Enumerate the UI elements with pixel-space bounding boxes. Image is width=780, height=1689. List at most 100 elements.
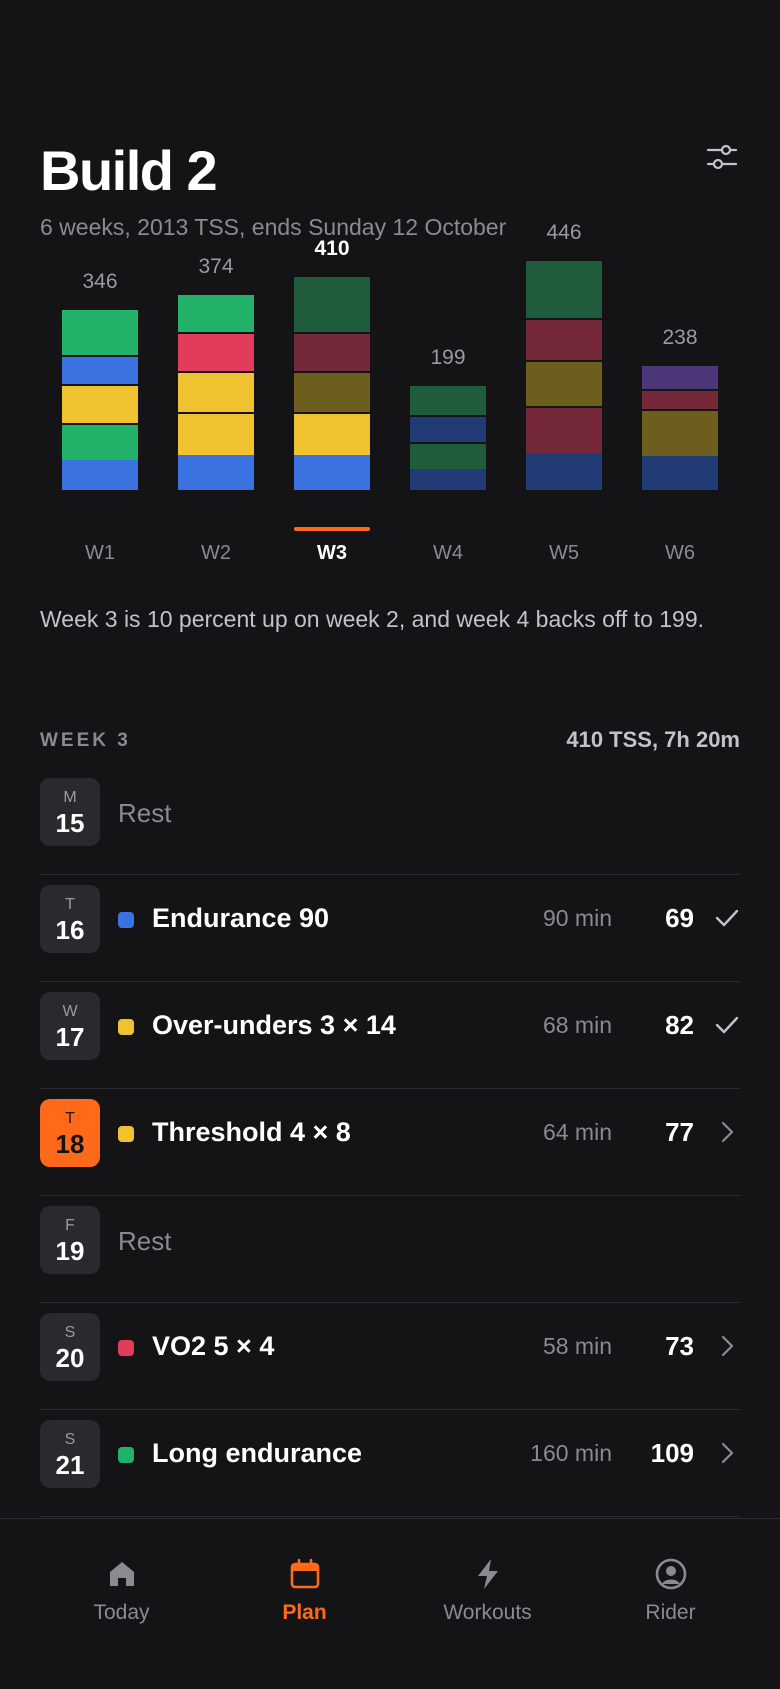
week-total-label: 199 — [430, 346, 466, 369]
bar-segment — [178, 373, 254, 412]
tab-rider[interactable]: Rider — [573, 1541, 768, 1641]
chevron-right-icon — [714, 1440, 740, 1466]
bar-segment — [526, 408, 602, 453]
week-total-label: 410 — [314, 237, 350, 260]
week-summary: Week 3 is 10 percent up on week 2, and w… — [40, 606, 705, 632]
bar-segment — [294, 334, 370, 371]
workout-tss: 77 — [665, 1117, 694, 1147]
bar-stack — [526, 259, 602, 490]
zone-color-dot — [118, 1340, 134, 1356]
workout-duration: 58 min — [542, 1333, 612, 1359]
bar-segment — [642, 391, 718, 409]
bar-segment — [62, 460, 138, 490]
workout-tss: 82 — [665, 1010, 694, 1040]
tab-label: Workouts — [443, 1601, 532, 1624]
bar-segment — [178, 334, 254, 371]
day-number: 19 — [55, 1236, 85, 1266]
date-badge: S 21 — [40, 1420, 100, 1488]
weekday-letter: T — [65, 1110, 75, 1127]
chevron-right-icon — [714, 1333, 740, 1359]
week-bar-w6[interactable]: 238 W6 — [642, 280, 718, 570]
sliders-icon — [706, 144, 738, 170]
tab-bar: Today Plan Workouts Rider — [0, 1518, 780, 1689]
day-number: 20 — [55, 1343, 85, 1373]
date-badge: S 20 — [40, 1313, 100, 1381]
workout-row[interactable]: W 17 Over-unders 3 × 14 68 min 82 — [40, 982, 740, 1089]
bar-segment — [642, 456, 718, 490]
bar-stack — [178, 293, 254, 490]
week-bar-w2[interactable]: 374 W2 — [178, 255, 254, 570]
bar-segment — [526, 453, 602, 490]
bar-segment — [62, 310, 138, 355]
bar-segment — [178, 414, 254, 455]
check-icon — [714, 1012, 740, 1038]
tab-plan[interactable]: Plan — [207, 1541, 402, 1641]
day-number: 16 — [55, 915, 85, 945]
tab-label: Today — [93, 1601, 150, 1624]
weekday-letter: S — [64, 1324, 76, 1341]
week-bar-w1[interactable]: 346 W1 — [62, 270, 138, 570]
workout-name: Threshold 4 × 8 — [152, 1117, 351, 1147]
tab-today[interactable]: Today — [24, 1541, 219, 1641]
bar-segment — [294, 277, 370, 332]
day-number: 21 — [55, 1450, 85, 1480]
rest-label: Rest — [118, 1226, 172, 1256]
bar-segment — [526, 261, 602, 318]
day-number: 17 — [55, 1022, 85, 1052]
workout-name: Over-unders 3 × 14 — [152, 1010, 396, 1040]
bar-segment — [526, 362, 602, 406]
week-tick-label: W3 — [317, 542, 347, 564]
bar-stack — [410, 384, 486, 490]
date-badge: M 15 — [40, 778, 100, 846]
bar-segment — [410, 417, 486, 442]
workout-name: Endurance 90 — [152, 903, 330, 933]
week-total-label: 446 — [546, 221, 582, 244]
bar-segment — [410, 469, 486, 490]
chevron-right-icon — [714, 1119, 740, 1145]
workout-row[interactable]: T 16 Endurance 90 90 min 69 — [40, 875, 740, 982]
bar-stack — [642, 364, 718, 490]
tab-label: Rider — [645, 1601, 696, 1624]
calendar-icon — [290, 1558, 319, 1589]
filter-button[interactable] — [704, 140, 740, 174]
week-total-label: 238 — [662, 326, 698, 349]
workout-duration: 68 min — [542, 1012, 612, 1038]
day-number: 18 — [55, 1129, 85, 1159]
workout-tss: 109 — [650, 1438, 694, 1468]
rest-label: Rest — [118, 798, 172, 828]
bar-segment — [178, 295, 254, 332]
workout-row[interactable]: T 18 Threshold 4 × 8 64 min 77 — [40, 1089, 740, 1196]
workout-row[interactable]: S 21 Long endurance 160 min 109 — [40, 1410, 740, 1517]
weekday-letter: W — [62, 1003, 78, 1020]
week-bar-w4[interactable]: 199 W4 — [410, 280, 486, 570]
week-section-meta: 410 TSS, 7h 20m — [566, 727, 740, 752]
selected-week-indicator — [294, 527, 370, 531]
user-circle-icon — [655, 1558, 686, 1590]
week-total-label: 374 — [198, 255, 234, 278]
rest-day-row: M 15 Rest — [40, 768, 740, 875]
week-tick-label: W6 — [665, 542, 695, 564]
date-badge: F 19 — [40, 1206, 100, 1274]
week-tick-label: W5 — [549, 542, 579, 564]
bar-stack — [62, 308, 138, 490]
tab-label: Plan — [282, 1601, 327, 1624]
week-section-label: WEEK 3 — [40, 730, 131, 751]
workout-row[interactable]: S 20 VO2 5 × 4 58 min 73 — [40, 1303, 740, 1410]
week-bar-w5[interactable]: 446 W5 — [526, 221, 602, 570]
weekday-letter: F — [65, 1217, 75, 1234]
weekday-letter: T — [65, 896, 75, 913]
week-bar-w3[interactable]: 410 W3 — [294, 237, 370, 570]
zone-color-dot — [118, 912, 134, 928]
zone-color-dot — [118, 1019, 134, 1035]
tab-workouts[interactable]: Workouts — [390, 1541, 585, 1641]
workout-tss: 73 — [665, 1331, 694, 1361]
rest-day-row: F 19 Rest — [40, 1196, 740, 1303]
weekly-tss-chart: 346 W1 374 W2 410 W3 199 W4 446 W5 238 W6 — [0, 221, 780, 570]
date-badge: W 17 — [40, 992, 100, 1060]
bar-segment — [62, 425, 138, 460]
check-icon — [714, 905, 740, 931]
page-title: Build 2 — [40, 139, 218, 202]
week-tick-label: W1 — [85, 542, 115, 564]
bar-stack — [294, 275, 370, 490]
bar-segment — [642, 366, 718, 389]
